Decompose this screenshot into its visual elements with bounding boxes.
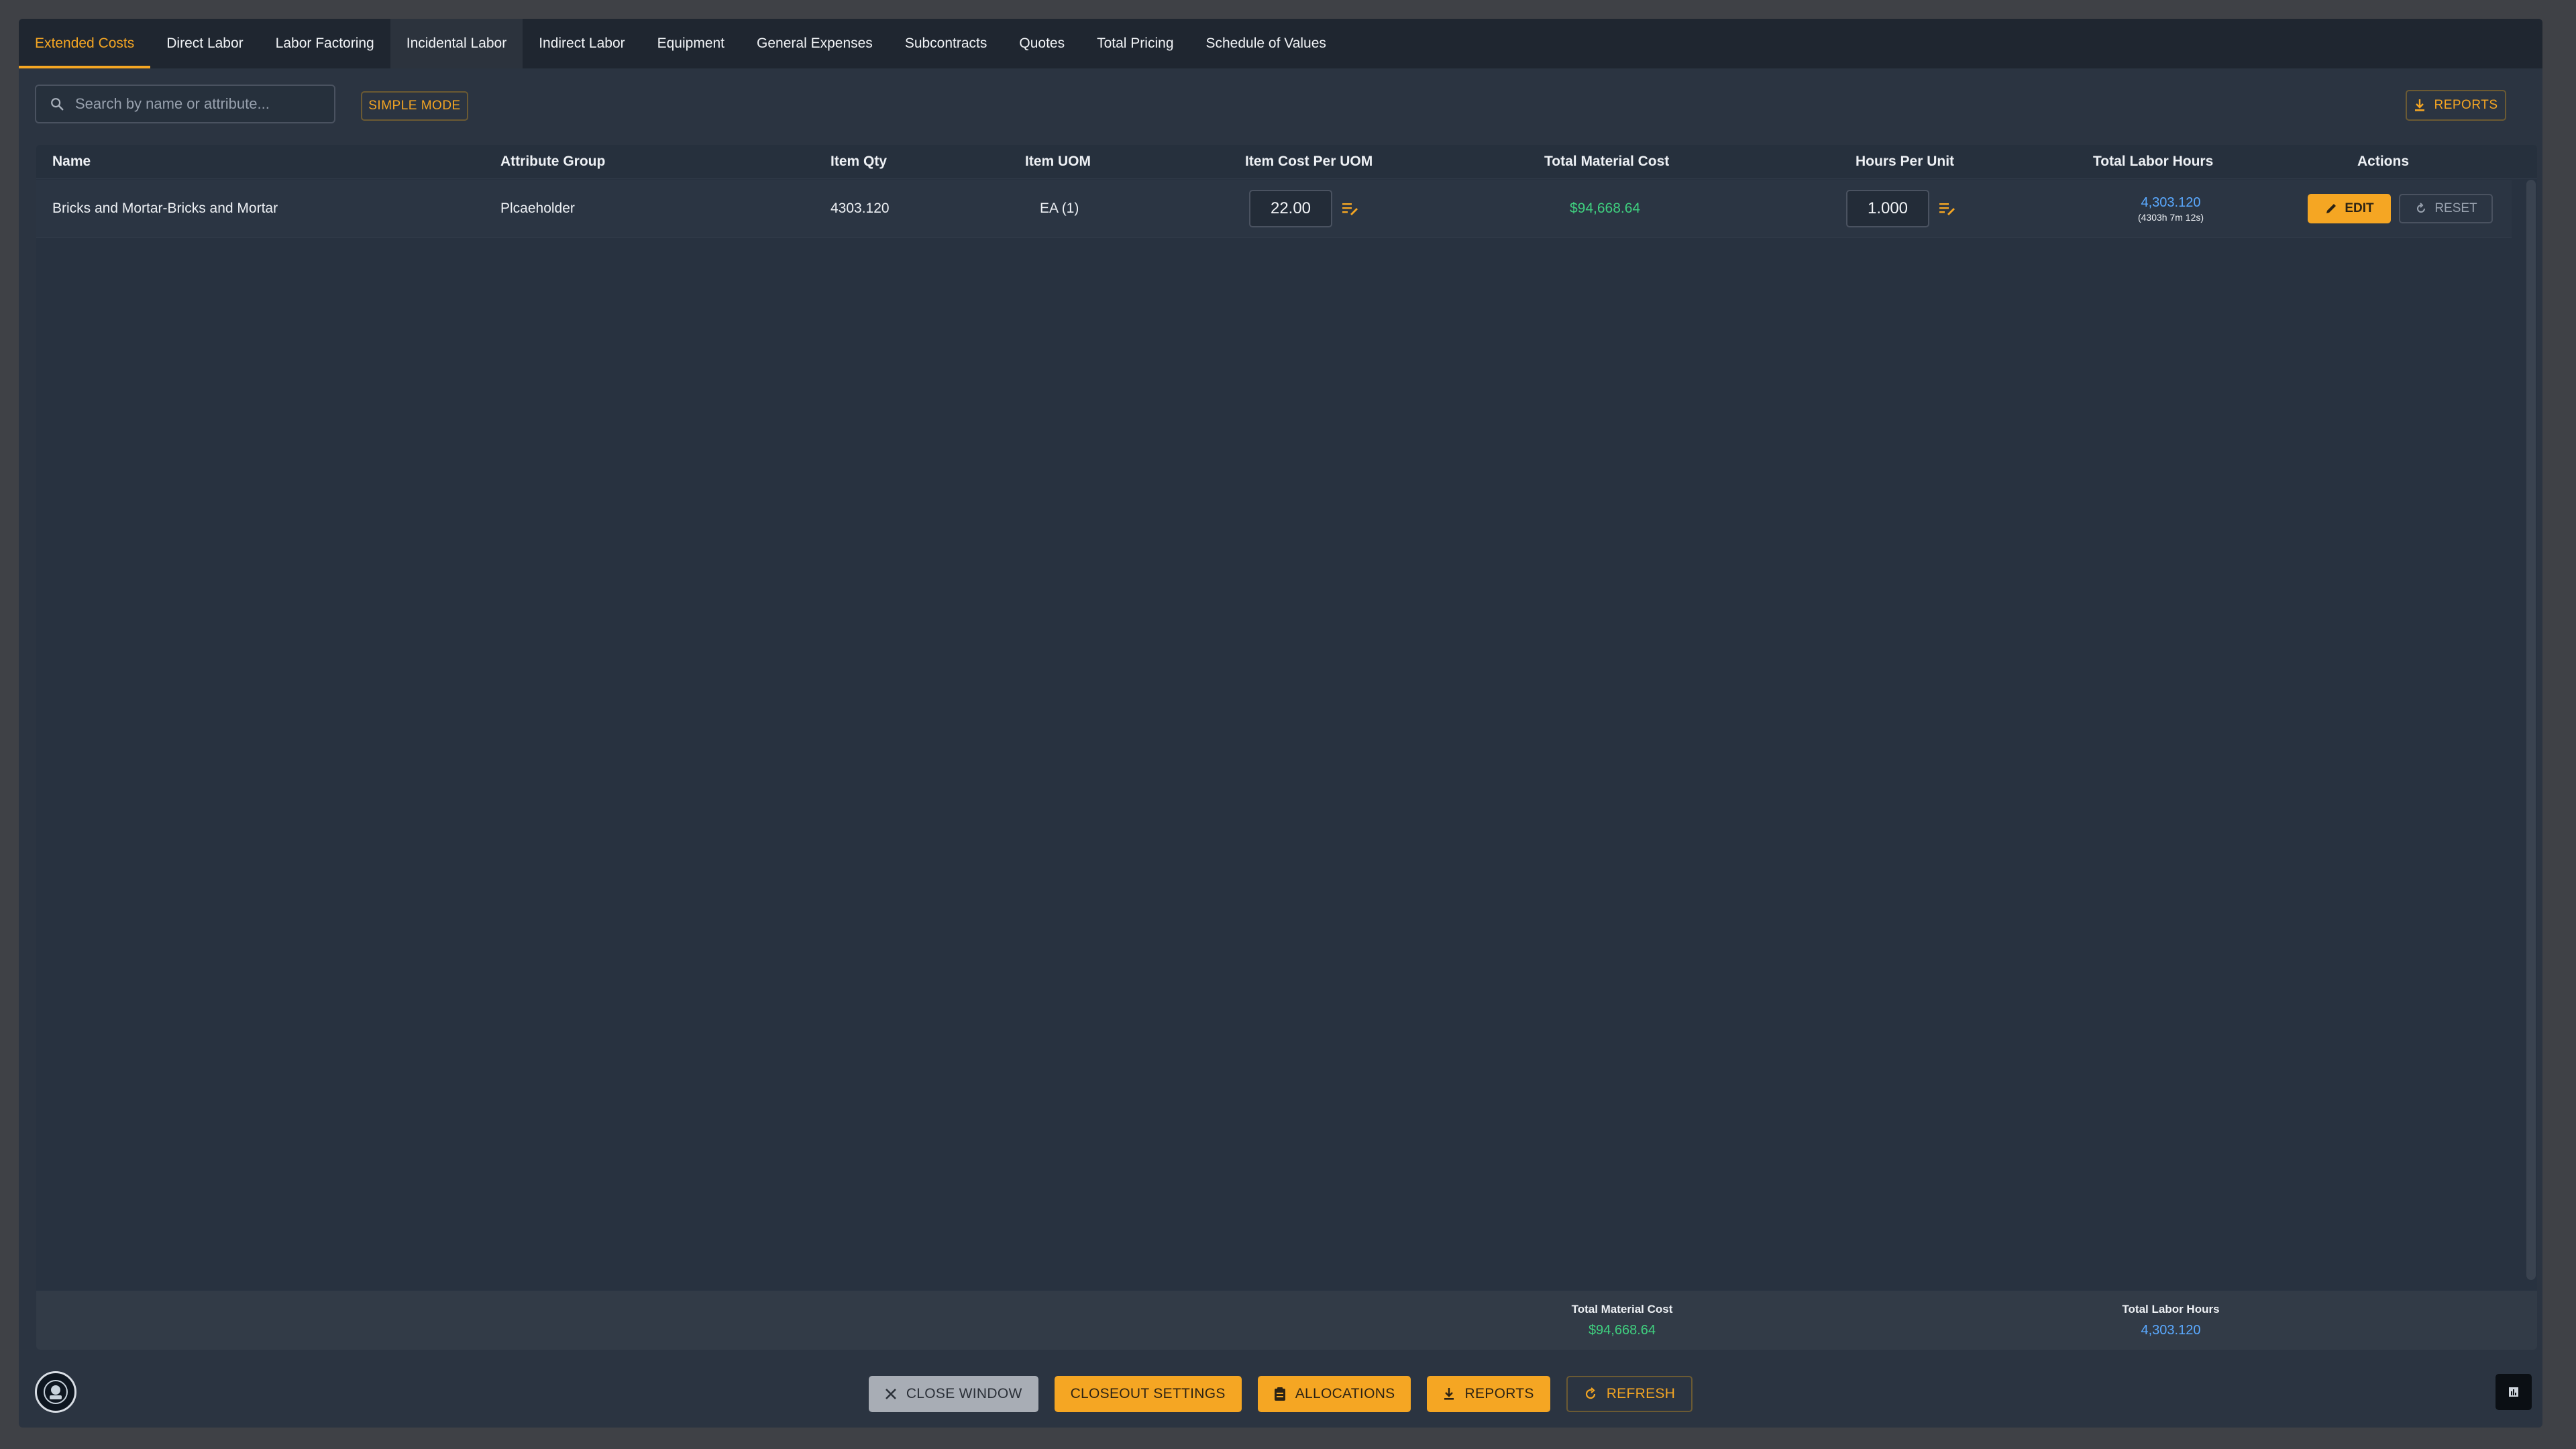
- tab-direct-labor[interactable]: Direct Labor: [150, 19, 259, 68]
- header-attribute-group[interactable]: Attribute Group: [500, 145, 605, 178]
- footer-material-value: $94,668.64: [1588, 1322, 1656, 1338]
- tab-equipment[interactable]: Equipment: [641, 19, 741, 68]
- reports-bottom-label: REPORTS: [1464, 1386, 1534, 1401]
- allocations-button[interactable]: ALLOCATIONS: [1257, 1376, 1411, 1412]
- reset-button[interactable]: RESET: [2399, 194, 2493, 223]
- close-window-label: CLOSE WINDOW: [906, 1386, 1022, 1401]
- search-box[interactable]: [35, 85, 335, 123]
- header-actions: Actions: [2357, 154, 2410, 169]
- tab-quotes[interactable]: Quotes: [1003, 19, 1081, 68]
- footer-labor-value: 4,303.120: [2141, 1322, 2201, 1338]
- tab-indirect-labor[interactable]: Indirect Labor: [523, 19, 641, 68]
- download-icon: [1443, 1387, 1455, 1401]
- bottom-action-bar: CLOSE WINDOW CLOSEOUT SETTINGS ALLOCATIO…: [19, 1360, 2542, 1428]
- tab-schedule-of-values[interactable]: Schedule of Values: [1190, 19, 1342, 68]
- header-item-qty[interactable]: Item Qty: [830, 145, 887, 178]
- search-input[interactable]: [74, 95, 318, 113]
- header-total-labor-hours[interactable]: Total Labor Hours: [2093, 145, 2213, 178]
- simple-mode-button[interactable]: SIMPLE MODE: [361, 91, 468, 121]
- close-window-button[interactable]: CLOSE WINDOW: [868, 1376, 1038, 1412]
- row-item-qty: 4303.120: [830, 201, 890, 216]
- row-item-uom: EA (1): [1040, 201, 1079, 216]
- row-hours-per-unit-cell: 1.000: [1846, 180, 1956, 237]
- tab-incidental-labor[interactable]: Incidental Labor: [390, 19, 523, 68]
- footer-material-label: Total Material Cost: [1571, 1302, 1673, 1316]
- table-scrollbar[interactable]: [2526, 180, 2536, 1280]
- refresh-icon: [1584, 1387, 1597, 1401]
- refresh-button[interactable]: REFRESH: [1566, 1376, 1693, 1412]
- search-icon: [50, 97, 64, 111]
- clipboard-icon: [1274, 1387, 1286, 1401]
- tab-labor-factoring[interactable]: Labor Factoring: [260, 19, 390, 68]
- closeout-settings-label: CLOSEOUT SETTINGS: [1070, 1386, 1226, 1401]
- tab-bar: Extended Costs Direct Labor Labor Factor…: [19, 19, 2542, 68]
- hours-per-unit-input[interactable]: 1.000: [1846, 190, 1929, 227]
- row-item-cost-cell: 22.00: [1249, 180, 1359, 237]
- row-total-labor-hours-cell: 4,303.120 (4303h 7m 12s): [2110, 180, 2231, 237]
- footer-labor-label: Total Labor Hours: [2122, 1302, 2220, 1316]
- tab-subcontracts[interactable]: Subcontracts: [889, 19, 1004, 68]
- tab-extended-costs[interactable]: Extended Costs: [19, 19, 151, 68]
- header-hours-per-unit[interactable]: Hours Per Unit: [1856, 145, 1954, 178]
- header-name[interactable]: Name: [52, 145, 91, 178]
- pencil-icon: [2324, 202, 2338, 215]
- company-logo[interactable]: [35, 1371, 76, 1413]
- edit-list-icon[interactable]: [1939, 201, 1956, 216]
- simple-mode-label: SIMPLE MODE: [368, 99, 461, 113]
- reports-button-bottom[interactable]: REPORTS: [1427, 1376, 1550, 1412]
- reset-label: RESET: [2434, 201, 2477, 215]
- reset-icon: [2414, 202, 2428, 215]
- footer-material: Total Material Cost $94,668.64: [1527, 1291, 1717, 1350]
- row-total-labor-hours: 4,303.120: [2141, 195, 2201, 210]
- footer-labor: Total Labor Hours 4,303.120: [2076, 1291, 2266, 1350]
- tab-total-pricing[interactable]: Total Pricing: [1081, 19, 1189, 68]
- tab-general-expenses[interactable]: General Expenses: [741, 19, 889, 68]
- closeout-settings-button[interactable]: CLOSEOUT SETTINGS: [1054, 1376, 1242, 1412]
- header-total-material-cost[interactable]: Total Material Cost: [1544, 145, 1669, 178]
- allocations-label: ALLOCATIONS: [1295, 1386, 1395, 1401]
- row-actions: EDIT RESET: [2308, 180, 2493, 237]
- table-row[interactable]: Bricks and Mortar-Bricks and Mortar Plca…: [36, 180, 2512, 238]
- chart-icon[interactable]: [2496, 1374, 2532, 1410]
- table-footer: Total Material Cost $94,668.64 Total Lab…: [36, 1291, 2537, 1350]
- row-attribute-group: Plcaeholder: [500, 201, 575, 216]
- header-item-cost-per-uom[interactable]: Item Cost Per UOM: [1245, 145, 1373, 178]
- reports-top-label: REPORTS: [2434, 98, 2498, 112]
- extended-costs-window: Extended Costs Direct Labor Labor Factor…: [19, 19, 2542, 1428]
- row-total-labor-hours-detail: (4303h 7m 12s): [2137, 211, 2204, 223]
- item-cost-input[interactable]: 22.00: [1249, 190, 1332, 227]
- cost-table: Name Attribute Group Item Qty Item UOM I…: [36, 145, 2537, 1350]
- header-item-uom[interactable]: Item UOM: [1025, 145, 1091, 178]
- row-total-material-cost: $94,668.64: [1570, 201, 1641, 216]
- table-header: Name Attribute Group Item Qty Item UOM I…: [36, 145, 2537, 179]
- close-icon: [885, 1388, 897, 1400]
- edit-button[interactable]: EDIT: [2308, 194, 2391, 223]
- download-icon: [2414, 99, 2426, 112]
- row-name: Bricks and Mortar-Bricks and Mortar: [52, 201, 278, 216]
- edit-label: EDIT: [2345, 201, 2374, 215]
- edit-list-icon[interactable]: [1342, 201, 1359, 216]
- refresh-label: REFRESH: [1606, 1386, 1676, 1401]
- reports-button-top[interactable]: REPORTS: [2406, 90, 2506, 121]
